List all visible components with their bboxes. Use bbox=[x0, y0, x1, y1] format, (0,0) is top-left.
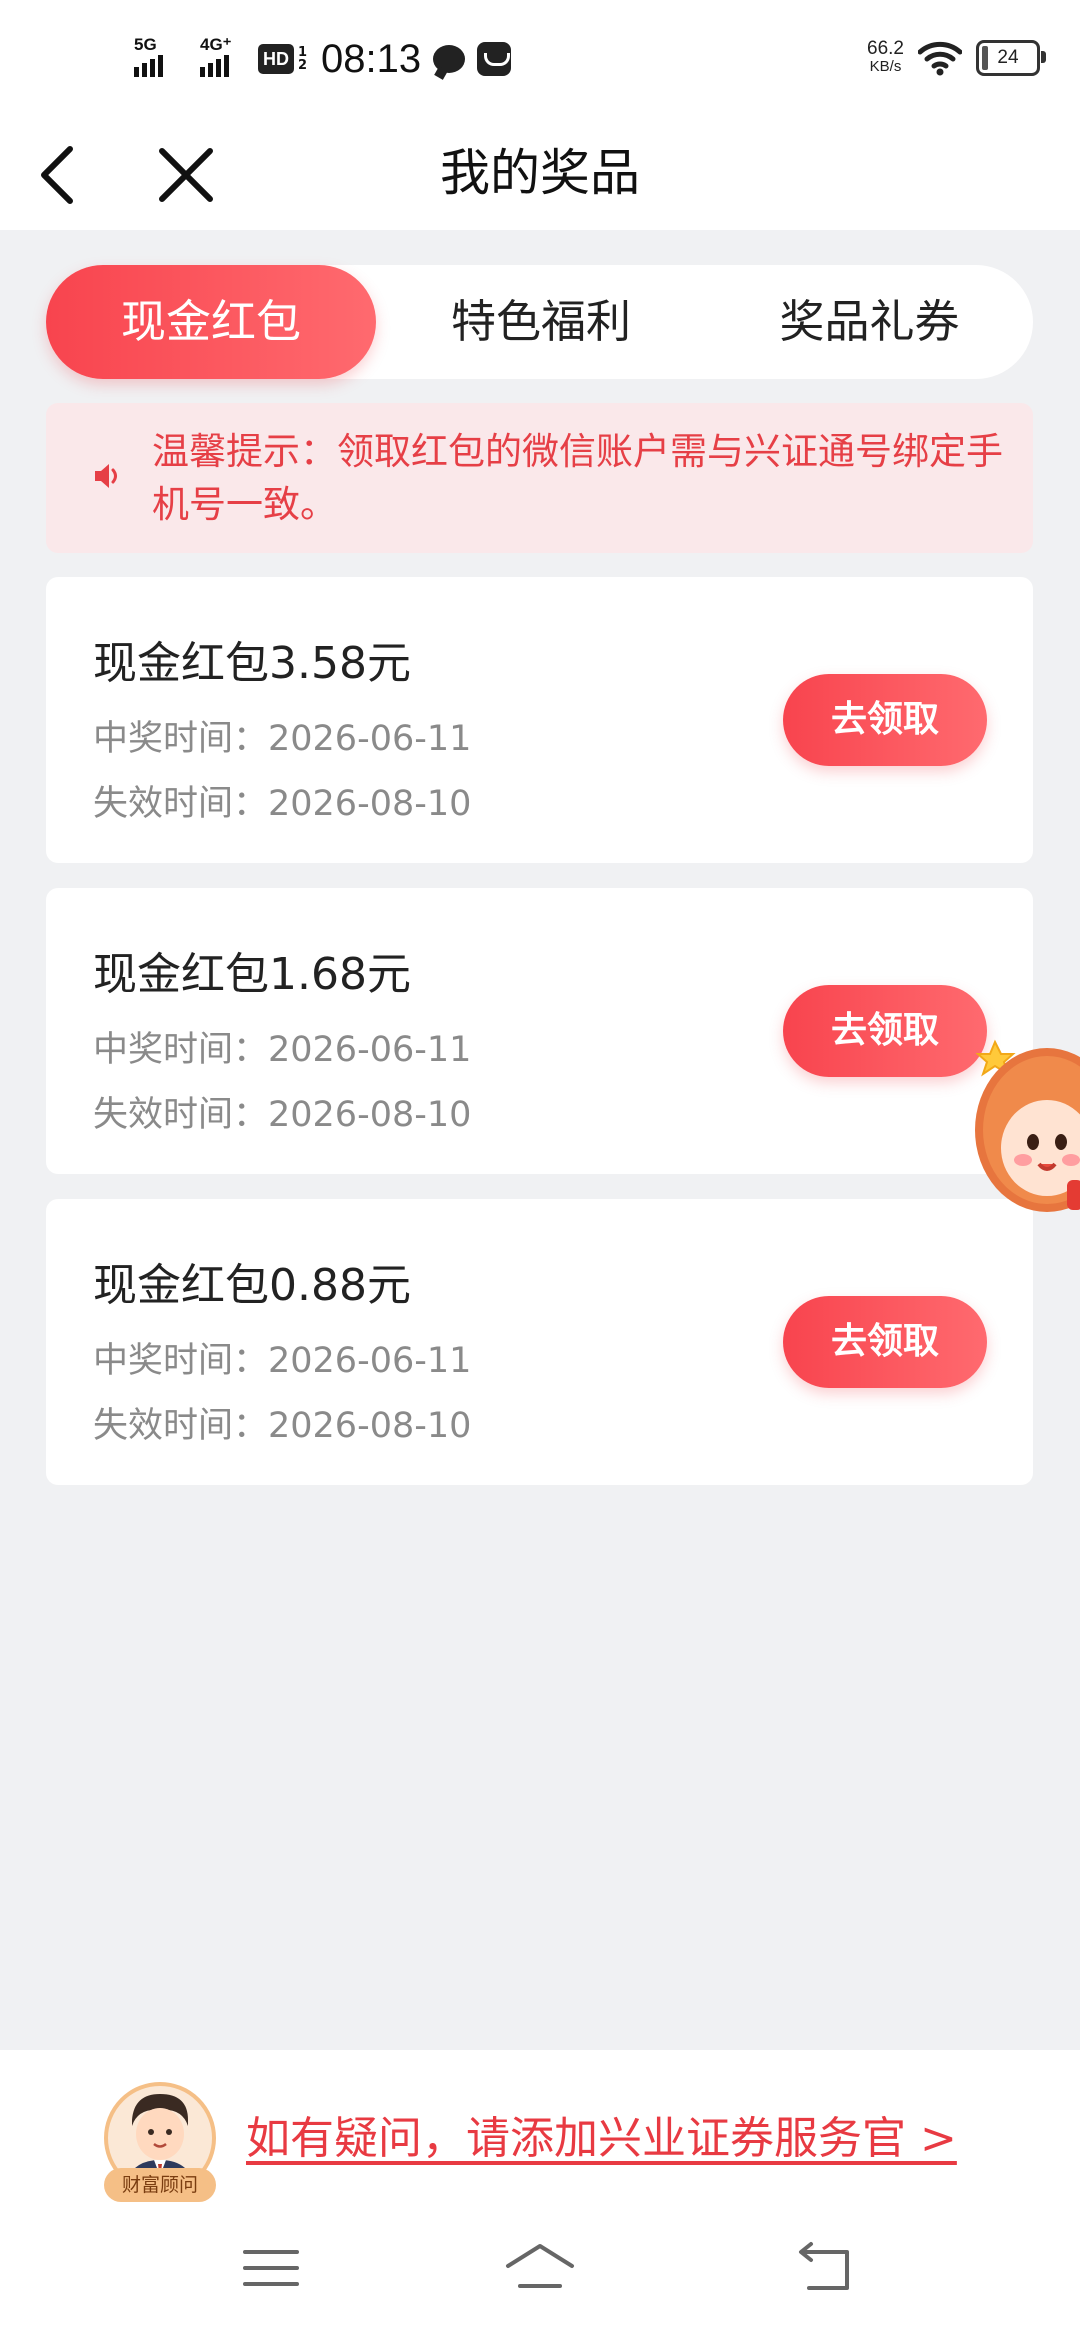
claim-button[interactable]: 去领取 bbox=[783, 985, 987, 1077]
win-time: 中奖时间：2026-06-11 bbox=[93, 1341, 472, 1381]
network-speed-unit: KB/s bbox=[869, 58, 902, 75]
prize-card: 现金红包1.68元 中奖时间：2026-06-11 失效时间：2026-08-1… bbox=[46, 888, 1033, 1174]
tip-notice: 温馨提示：领取红包的微信账户需与兴证通号绑定手机号一致。 bbox=[46, 403, 1033, 553]
battery-icon: 24 bbox=[976, 40, 1046, 76]
hd-sub-label: 1 2 bbox=[298, 45, 308, 73]
speaker-icon bbox=[95, 464, 117, 488]
prize-title: 现金红包0.88元 bbox=[93, 1260, 411, 1311]
clock: 08:13 bbox=[321, 36, 422, 81]
signal-sim1-icon: 5G bbox=[134, 35, 174, 77]
tab-prize-coupons[interactable]: 奖品礼券 bbox=[706, 265, 1033, 379]
prize-card: 现金红包0.88元 中奖时间：2026-06-11 失效时间：2026-08-1… bbox=[46, 1199, 1033, 1485]
message-icon bbox=[433, 45, 466, 73]
notice-text: 温馨提示：领取红包的微信账户需与兴证通号绑定手机号一致。 bbox=[152, 430, 1003, 526]
expire-time: 失效时间：2026-08-10 bbox=[93, 784, 472, 824]
mascot-float-icon[interactable] bbox=[975, 1030, 1080, 1230]
claim-button[interactable]: 去领取 bbox=[783, 674, 987, 766]
wifi-icon bbox=[918, 41, 962, 76]
hd-voice-icon: HD bbox=[258, 44, 294, 74]
win-time: 中奖时间：2026-06-11 bbox=[93, 1030, 472, 1070]
app-notification-icon bbox=[477, 42, 512, 76]
sim1-label: 5G bbox=[134, 35, 157, 54]
prize-title: 现金红包3.58元 bbox=[93, 638, 411, 689]
expire-time: 失效时间：2026-08-10 bbox=[93, 1095, 472, 1135]
status-right: 66.2 KB/s 24 bbox=[867, 36, 1046, 80]
prize-tabs: 现金红包 特色福利 奖品礼券 bbox=[46, 265, 1033, 379]
network-speed-value: 66.2 bbox=[867, 38, 904, 59]
menu-icon[interactable] bbox=[231, 2228, 311, 2308]
tab-cash-red-packet[interactable]: 现金红包 bbox=[46, 265, 376, 379]
battery-level: 24 bbox=[997, 47, 1019, 68]
header: 我的奖品 bbox=[0, 115, 1080, 230]
claim-button[interactable]: 去领取 bbox=[783, 1296, 987, 1388]
status-bar: 5G 4G⁺ HD 1 2 08:13 66.2 KB/s 24 bbox=[0, 0, 1080, 115]
prize-card: 现金红包3.58元 中奖时间：2026-06-11 失效时间：2026-08-1… bbox=[46, 577, 1033, 863]
win-time: 中奖时间：2026-06-11 bbox=[93, 719, 472, 759]
network-speed: 66.2 KB/s bbox=[867, 38, 904, 76]
tab-special-benefits[interactable]: 特色福利 bbox=[376, 265, 706, 379]
signal-sim2-icon: 4G⁺ bbox=[200, 35, 246, 77]
expire-time: 失效时间：2026-08-10 bbox=[93, 1406, 472, 1446]
page-title: 我的奖品 bbox=[440, 144, 640, 202]
status-left: 5G 4G⁺ HD 1 2 08:13 bbox=[134, 34, 512, 84]
prize-title: 现金红包1.68元 bbox=[93, 949, 411, 1000]
contact-advisor-link[interactable]: 如有疑问，请添加兴业证券服务官 > bbox=[246, 2102, 957, 2166]
back-icon[interactable] bbox=[785, 2228, 865, 2308]
home-icon[interactable] bbox=[500, 2228, 580, 2308]
advisor-badge: 财富顾问 bbox=[104, 2168, 216, 2202]
sim2-label: 4G⁺ bbox=[200, 35, 232, 54]
